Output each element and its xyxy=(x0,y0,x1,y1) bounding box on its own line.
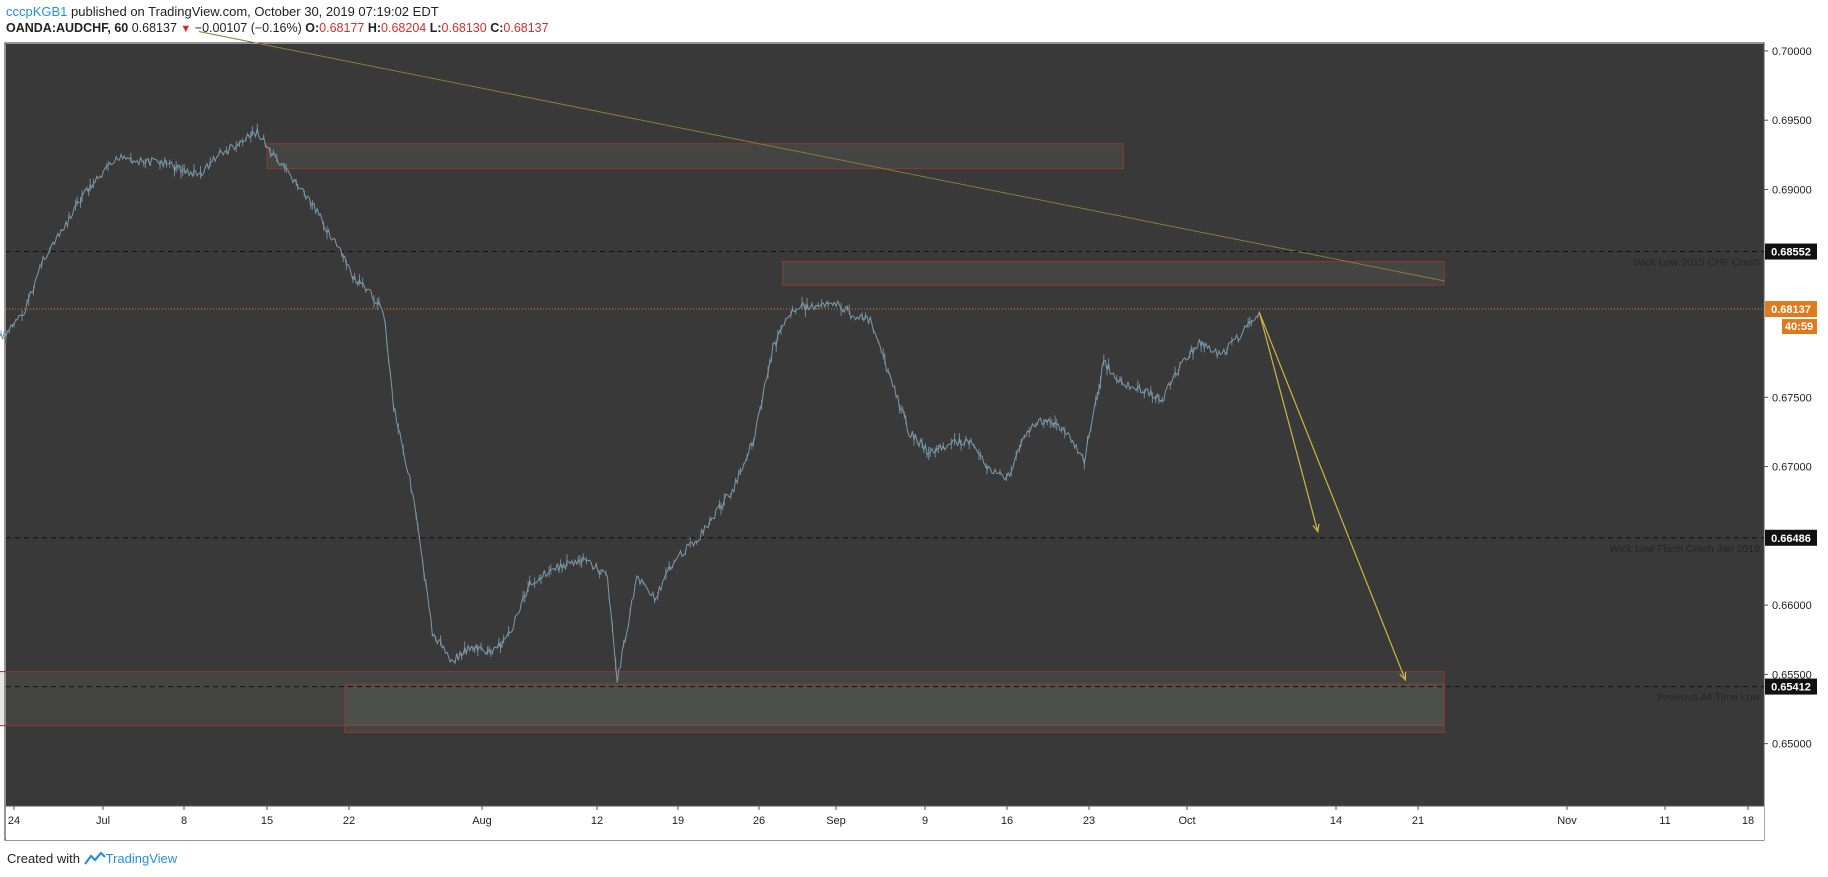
x-tick-label: 22 xyxy=(343,815,355,827)
y-tick-label: 0.67000 xyxy=(1772,462,1812,474)
price-tag-0.65412: 0.65412 xyxy=(1771,682,1811,694)
x-tick-label: 21 xyxy=(1412,815,1424,827)
x-tick-label: 18 xyxy=(1742,815,1754,827)
x-tick-label: Aug xyxy=(472,815,492,827)
x-tick-label: 23 xyxy=(1083,815,1095,827)
x-tick-label: 12 xyxy=(591,815,603,827)
x-tick-label: 26 xyxy=(753,815,765,827)
level-annotation-3: Previous All Time Low xyxy=(1657,692,1760,704)
price-chart[interactable]: Wick Low 2015 CHF Crash Wick Low Flash Cr… xyxy=(0,0,1828,877)
x-tick-label: Sep xyxy=(826,815,846,827)
x-tick-label: Nov xyxy=(1557,815,1577,827)
supply-demand-zone-1[interactable] xyxy=(266,143,1124,170)
supply-demand-zone-2[interactable] xyxy=(782,261,1445,286)
y-tick-label: 0.70000 xyxy=(1772,46,1812,58)
x-tick-label: 14 xyxy=(1330,815,1342,827)
y-tick-label: 0.69000 xyxy=(1772,184,1812,196)
x-tick-label: 19 xyxy=(672,815,684,827)
created-with-text: Created with xyxy=(7,851,80,866)
x-tick-label: 11 xyxy=(1659,815,1670,827)
footer: Created with TradingView xyxy=(7,851,177,869)
y-tick-label: 0.65000 xyxy=(1772,739,1812,751)
y-tick-label: 0.66000 xyxy=(1772,600,1812,612)
x-tick-label: 24 xyxy=(8,815,20,827)
x-tick-label: Jul xyxy=(96,815,110,827)
price-axis-panel[interactable] xyxy=(1764,44,1827,840)
price-tag-0.68137: 0.68137 xyxy=(1771,304,1811,316)
x-tick-label: 16 xyxy=(1001,815,1013,827)
level-annotation-2: Wick Low Flash Crash Jan 2019 xyxy=(1609,543,1760,555)
y-tick-label: 0.69500 xyxy=(1772,115,1812,127)
x-tick-label: 9 xyxy=(922,815,928,827)
tradingview-logo-icon xyxy=(83,851,106,869)
price-tag-0.66486: 0.66486 xyxy=(1771,533,1811,545)
tradingview-link[interactable]: TradingView xyxy=(106,851,178,866)
supply-demand-zone-4[interactable] xyxy=(344,683,1445,734)
level-annotation-1: Wick Low 2015 CHF Crash xyxy=(1633,257,1760,269)
price-tag-0.68552: 0.68552 xyxy=(1771,247,1811,259)
x-tick-label: Oct xyxy=(1178,815,1195,827)
x-tick-label: 8 xyxy=(181,815,187,827)
bar-countdown: 40:59 xyxy=(1785,321,1813,333)
y-tick-label: 0.67500 xyxy=(1772,392,1812,404)
x-tick-label: 15 xyxy=(261,815,273,827)
